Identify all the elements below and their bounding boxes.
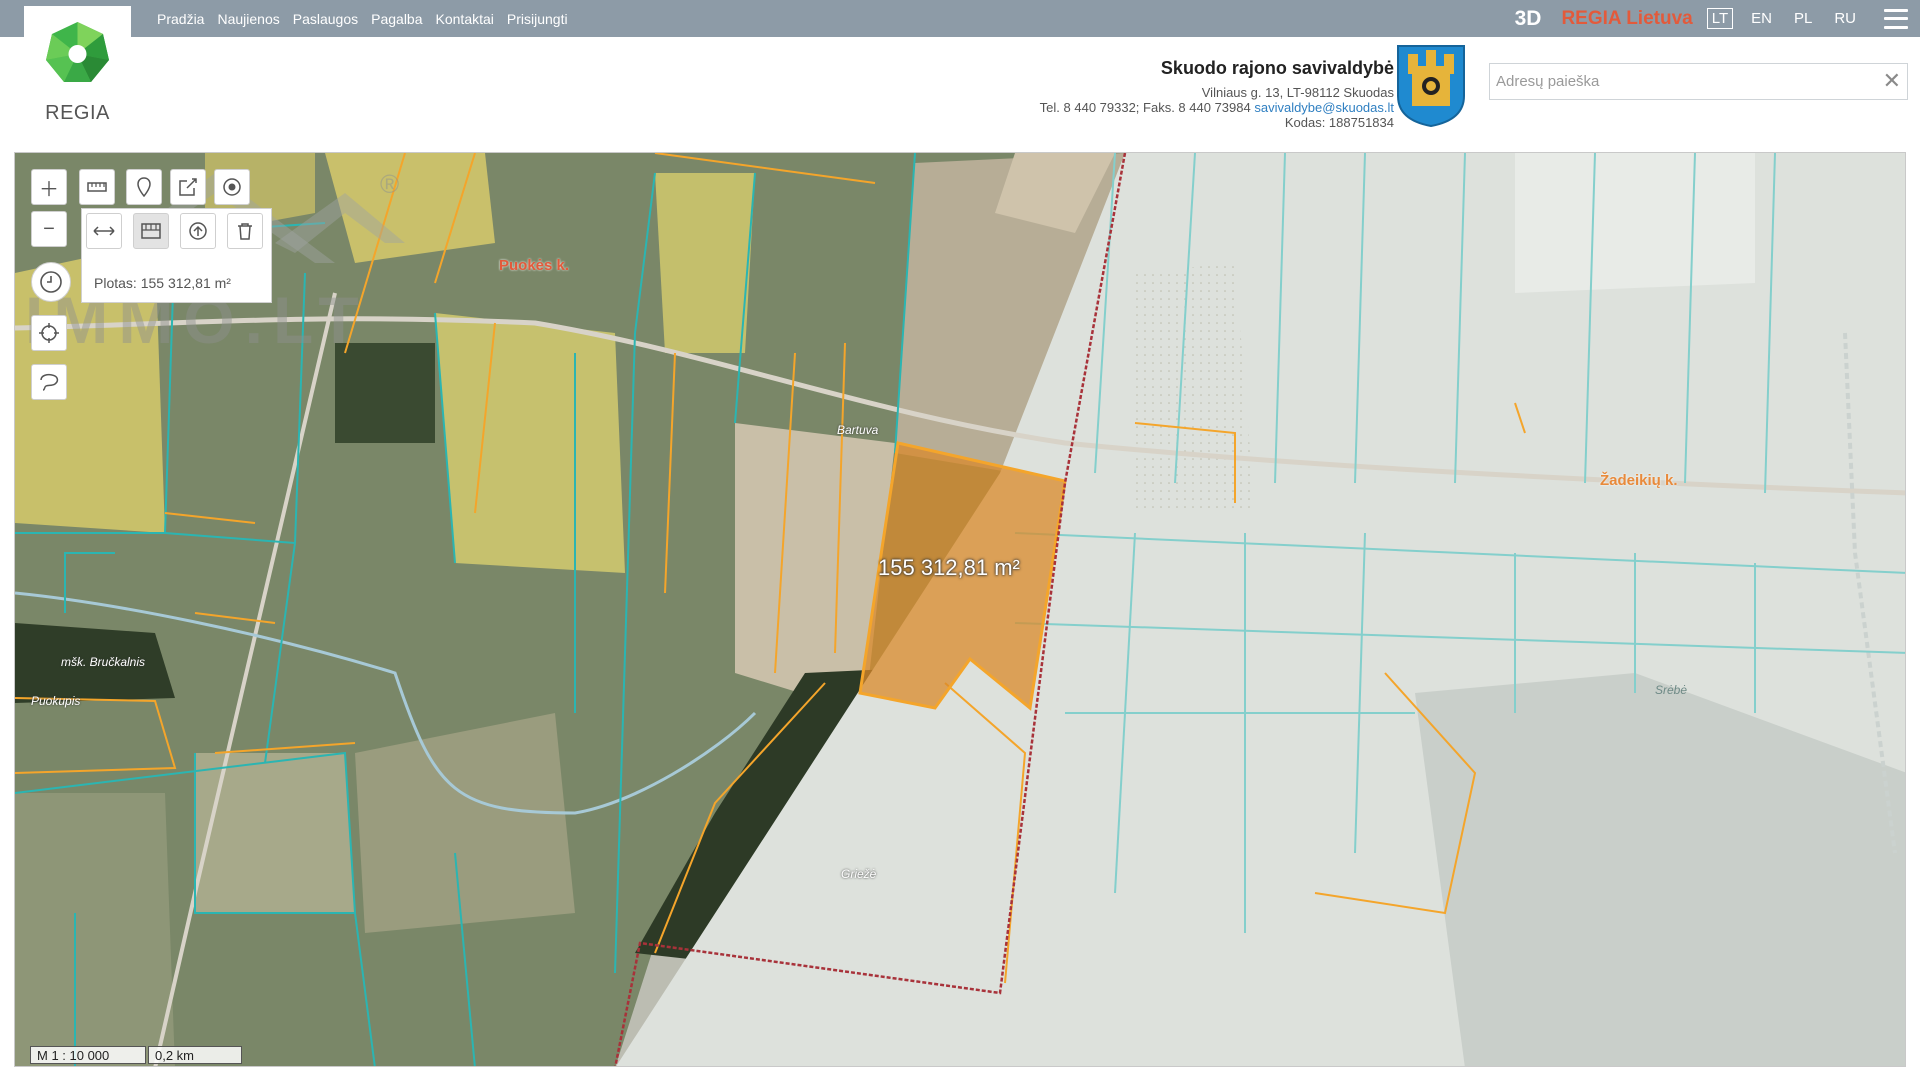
lang-ru[interactable]: RU xyxy=(1830,9,1860,28)
place-label-forest: mšk. Bručkalnis xyxy=(61,655,146,669)
address-search: ✕ xyxy=(1489,63,1908,100)
crosshair-icon[interactable] xyxy=(31,315,67,351)
hamburger-icon[interactable] xyxy=(1884,8,1908,29)
top-right-controls: 3D REGIA Lietuva LT EN PL RU xyxy=(1515,0,1920,37)
regia-lietuva-link[interactable]: REGIA Lietuva xyxy=(1561,8,1692,30)
lang-en[interactable]: EN xyxy=(1747,9,1776,28)
ruler-icon[interactable] xyxy=(79,169,115,205)
municipality-phone: Tel. 8 440 79332; Faks. 8 440 73984 xyxy=(1039,100,1251,115)
clear-measure-icon[interactable] xyxy=(180,213,216,249)
selected-area-label: 155 312,81 m² xyxy=(878,555,1020,580)
municipality-name: Skuodo rajono savivaldybė xyxy=(1160,58,1394,78)
minus-icon[interactable]: − xyxy=(31,211,67,247)
nav-item-kontaktai[interactable]: Kontaktai xyxy=(436,11,494,27)
place-label-puokupis: Puokupis xyxy=(31,694,81,708)
close-icon[interactable]: ✕ xyxy=(1883,70,1901,92)
lang-pl[interactable]: PL xyxy=(1790,9,1816,28)
coat-of-arms-icon xyxy=(1397,45,1465,128)
municipality-email[interactable]: savivaldybe@skuodas.lt xyxy=(1254,100,1394,115)
nav-item-prisijungti[interactable]: Prisijungti xyxy=(507,11,568,27)
place-label-puokes: Puokės k. xyxy=(499,257,570,274)
place-label-zadeikiu: Žadeikių k. xyxy=(1600,472,1678,489)
municipality-info: Skuodo rajono savivaldybė Vilniaus g. 13… xyxy=(1040,58,1394,130)
place-label-grieze: Griežė xyxy=(841,867,877,881)
area-icon[interactable] xyxy=(133,213,169,249)
map-pin-icon[interactable] xyxy=(126,169,162,205)
nav-item-pradzia[interactable]: Pradžia xyxy=(157,11,204,27)
lang-lt[interactable]: LT xyxy=(1706,8,1734,29)
regia-logo-icon xyxy=(46,22,109,82)
nav-item-naujienos[interactable]: Naujienos xyxy=(217,11,279,27)
trash-icon[interactable] xyxy=(227,213,263,249)
place-label-srebe: Srėbė xyxy=(1655,683,1688,697)
regia-logo[interactable]: REGIA xyxy=(24,6,131,124)
top-bar: Pradžia Naujienos Paslaugos Pagalba Kont… xyxy=(0,0,1920,37)
nav-item-paslaugos[interactable]: Paslaugos xyxy=(293,11,358,27)
lasso-icon[interactable] xyxy=(31,364,67,400)
measure-panel: Plotas: 155 312,81 m² xyxy=(81,208,272,303)
municipality-contacts: Tel. 8 440 79332; Faks. 8 440 73984 savi… xyxy=(1040,100,1394,115)
distance-icon[interactable] xyxy=(86,213,122,249)
area-readout: Plotas: 155 312,81 m² xyxy=(94,275,231,291)
plus-icon[interactable]: ＋ xyxy=(31,169,67,205)
address-search-input[interactable] xyxy=(1490,64,1907,99)
map-canvas[interactable]: 155 312,81 m² Puokės k. Žadeikių k. mšk.… xyxy=(14,152,1906,1067)
municipality-address: Vilniaus g. 13, LT-98112 Skuodas xyxy=(1201,85,1394,100)
logo-text: REGIA xyxy=(45,102,110,124)
scale-ratio: M 1 : 10 000 xyxy=(30,1046,146,1064)
watermark-mark: ® xyxy=(380,169,399,199)
export-icon[interactable] xyxy=(170,169,206,205)
target-icon[interactable] xyxy=(214,169,250,205)
nav-item-pagalba[interactable]: Pagalba xyxy=(371,11,422,27)
map-scale: M 1 : 10 000 0,2 km xyxy=(30,1045,242,1065)
main-nav: Pradžia Naujienos Paslaugos Pagalba Kont… xyxy=(157,0,581,37)
municipality-code: Kodas: 188751834 xyxy=(1284,115,1394,130)
scale-distance: 0,2 km xyxy=(148,1046,242,1064)
clock-icon[interactable] xyxy=(31,262,71,302)
3d-button[interactable]: 3D xyxy=(1515,7,1542,31)
place-label-bartuva: Bartuva xyxy=(837,423,879,437)
